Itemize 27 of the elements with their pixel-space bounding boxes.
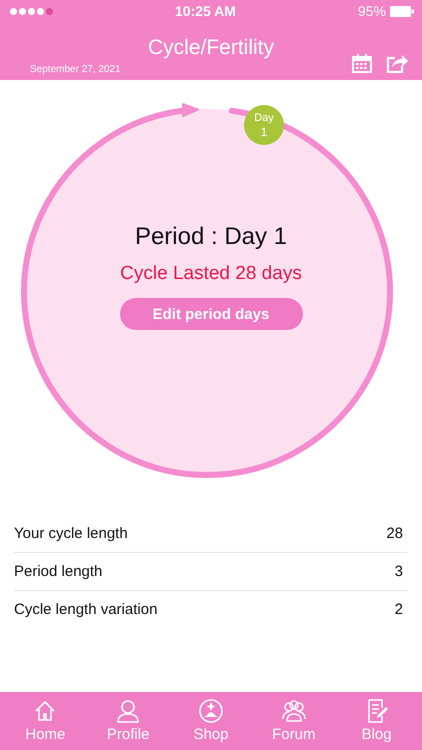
edit-period-button[interactable]: Edit period days (120, 298, 302, 330)
tab-item[interactable]: Forum (264, 692, 324, 750)
stat-value: 3 (394, 563, 403, 580)
day-badge: Day 1 (244, 105, 284, 145)
tab-item[interactable]: Profile (98, 692, 158, 750)
battery-icon (390, 6, 414, 16)
status-time: 10:25 AM (175, 3, 236, 19)
share-icon[interactable] (386, 54, 408, 73)
tab-item[interactable]: Shop (180, 692, 241, 750)
stat-value: 2 (394, 601, 403, 618)
tab-item[interactable]: Blog (346, 692, 407, 750)
person-icon (116, 699, 140, 723)
calendar-icon[interactable] (352, 54, 372, 73)
battery-percent: 95% (358, 3, 386, 19)
home-icon (33, 699, 58, 723)
header-date: September 27, 2021 (30, 64, 121, 76)
people-icon (282, 699, 306, 723)
stat-label: Period length (14, 563, 102, 580)
period-day-title: Period : Day 1 (134, 223, 288, 251)
stat-label: Cycle length variation (14, 601, 158, 618)
tab-item[interactable]: Home (15, 692, 76, 750)
stat-value: 28 (386, 525, 403, 542)
signal-icon (10, 8, 53, 14)
cycle-lasted-text: Cycle Lasted 28 days (120, 263, 302, 285)
screen-title: Cycle/Fertility (148, 36, 274, 60)
stat-label: Your cycle length (14, 525, 128, 542)
plus-circle-icon (198, 699, 223, 723)
